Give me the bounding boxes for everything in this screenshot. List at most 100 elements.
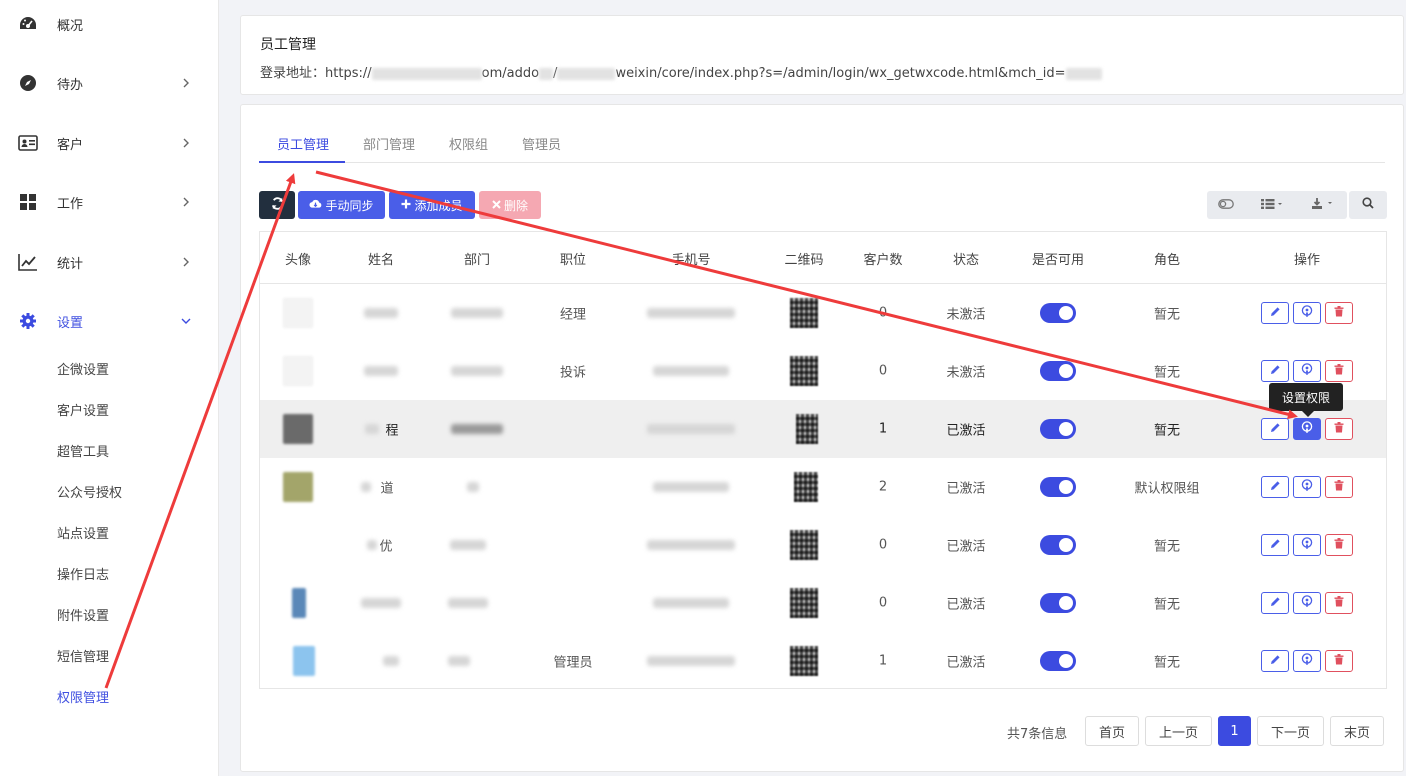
enabled-toggle[interactable] — [1040, 419, 1076, 439]
enabled-toggle[interactable] — [1040, 593, 1076, 613]
page-1-button[interactable]: 1 — [1218, 716, 1251, 746]
redacted — [557, 67, 616, 80]
qr-code[interactable] — [790, 530, 818, 560]
set-permission-button[interactable] — [1293, 592, 1321, 614]
nav-work[interactable]: 工作 — [0, 182, 219, 222]
qr-code[interactable] — [790, 646, 818, 676]
qr-code[interactable] — [796, 414, 818, 444]
cell-status: 未激活 — [946, 307, 986, 323]
first-page-button[interactable]: 首页 — [1085, 716, 1139, 746]
toggle-view-button[interactable] — [1207, 191, 1245, 219]
edit-button[interactable] — [1261, 302, 1289, 324]
tab-permission-group[interactable]: 权限组 — [449, 134, 488, 153]
delete-row-button[interactable] — [1325, 418, 1353, 440]
prev-page-button[interactable]: 上一页 — [1145, 716, 1212, 746]
page-title: 员工管理 — [260, 37, 316, 53]
refresh-button[interactable] — [259, 191, 295, 219]
set-permission-button[interactable] — [1293, 476, 1321, 498]
table-row: 投诉 0 未激活 暂无 — [260, 342, 1386, 400]
pencil-icon — [1270, 654, 1281, 669]
cell-name: 道 — [380, 481, 394, 497]
sub-item-official-account[interactable]: 公众号授权 — [57, 482, 122, 501]
qr-code[interactable] — [790, 588, 818, 618]
edit-button[interactable] — [1261, 650, 1289, 672]
enabled-toggle[interactable] — [1040, 303, 1076, 323]
search-button[interactable] — [1349, 191, 1387, 219]
delete-button[interactable]: 删除 — [479, 191, 541, 219]
pencil-icon — [1270, 364, 1281, 379]
department-redacted — [467, 482, 479, 492]
nav-settings[interactable]: 设置 — [0, 301, 219, 341]
phone-redacted — [653, 366, 729, 376]
sub-item-customer-settings[interactable]: 客户设置 — [57, 400, 109, 419]
next-page-button[interactable]: 下一页 — [1257, 716, 1324, 746]
tab-administrator[interactable]: 管理员 — [522, 134, 561, 153]
set-permission-button[interactable] — [1293, 650, 1321, 672]
column-header: 姓名 — [367, 253, 395, 268]
last-page-button[interactable]: 末页 — [1330, 716, 1384, 746]
tab-bar: 员工管理 部门管理 权限组 管理员 — [259, 127, 1385, 163]
close-icon — [492, 199, 501, 212]
refresh-icon — [271, 197, 284, 213]
edit-button[interactable] — [1261, 360, 1289, 382]
department-redacted — [448, 598, 488, 608]
set-permission-button[interactable] — [1293, 302, 1321, 324]
cell-status: 已激活 — [946, 481, 986, 497]
nav-overview[interactable]: 概况 — [0, 4, 219, 44]
podcast-icon — [1301, 536, 1313, 554]
edit-button[interactable] — [1261, 476, 1289, 498]
qr-code[interactable] — [790, 356, 818, 386]
enabled-toggle[interactable] — [1040, 651, 1076, 671]
sub-item-admin-tools[interactable]: 超管工具 — [57, 441, 109, 460]
tab-department-management[interactable]: 部门管理 — [363, 134, 415, 153]
sub-item-site-settings[interactable]: 站点设置 — [57, 523, 109, 542]
sub-item-permission-management[interactable]: 权限管理 — [57, 687, 109, 706]
delete-row-button[interactable] — [1325, 534, 1353, 556]
sub-item-attachment-settings[interactable]: 附件设置 — [57, 605, 109, 624]
sub-item-operation-log[interactable]: 操作日志 — [57, 564, 109, 583]
edit-button[interactable] — [1261, 418, 1289, 440]
enabled-toggle[interactable] — [1040, 535, 1076, 555]
sub-item-wecom-settings[interactable]: 企微设置 — [57, 359, 109, 378]
avatar — [292, 588, 306, 618]
url-part: weixin/core/index.php?s=/admin/login/wx_… — [615, 66, 1066, 81]
delete-row-button[interactable] — [1325, 592, 1353, 614]
pencil-icon — [1270, 480, 1281, 495]
delete-row-button[interactable] — [1325, 302, 1353, 324]
enabled-toggle[interactable] — [1040, 477, 1076, 497]
export-button[interactable] — [1299, 191, 1347, 219]
phone-redacted — [653, 598, 729, 608]
enabled-toggle[interactable] — [1040, 361, 1076, 381]
sub-item-sms-management[interactable]: 短信管理 — [57, 646, 109, 665]
header-card: 员工管理 登录地址：https://om/addo / weixin/core/in… — [240, 15, 1404, 95]
nav-statistics[interactable]: 统计 — [0, 242, 219, 282]
delete-row-button[interactable] — [1325, 650, 1353, 672]
add-member-button[interactable]: 添加成员 — [389, 191, 475, 219]
phone-redacted — [647, 308, 735, 318]
columns-button[interactable] — [1247, 191, 1297, 219]
edit-button[interactable] — [1261, 592, 1289, 614]
cell-customers: 0 — [878, 595, 888, 611]
cell-name: 程 — [385, 423, 399, 439]
nav-todo[interactable]: 待办 — [0, 63, 219, 103]
set-permission-button[interactable] — [1293, 534, 1321, 556]
url-part: https:// — [325, 66, 372, 81]
trash-icon — [1334, 479, 1344, 495]
delete-row-button[interactable] — [1325, 476, 1353, 498]
edit-button[interactable] — [1261, 534, 1289, 556]
table-row: 经理 0 未激活 暂无 — [260, 284, 1386, 342]
qr-code[interactable] — [790, 298, 818, 328]
employee-table: 头像 姓名 部门 职位 手机号 二维码 客户数 状态 是否可用 角色 操作 经理… — [259, 231, 1387, 689]
nav-customers[interactable]: 客户 — [0, 123, 219, 163]
cell-role: 暂无 — [1153, 655, 1181, 671]
cell-customers: 2 — [878, 479, 888, 495]
set-permission-button[interactable] — [1293, 360, 1321, 382]
qr-code[interactable] — [794, 472, 818, 502]
main-card: 员工管理 部门管理 权限组 管理员 手动同步 添加成员 删除 头像 姓名 部门 … — [240, 104, 1404, 772]
manual-sync-button[interactable]: 手动同步 — [298, 191, 385, 219]
set-permission-button[interactable] — [1293, 418, 1321, 440]
delete-row-button[interactable] — [1325, 360, 1353, 382]
url-part: om/addo — [481, 66, 540, 81]
pencil-icon — [1270, 306, 1281, 321]
tab-employee-management[interactable]: 员工管理 — [277, 134, 329, 153]
